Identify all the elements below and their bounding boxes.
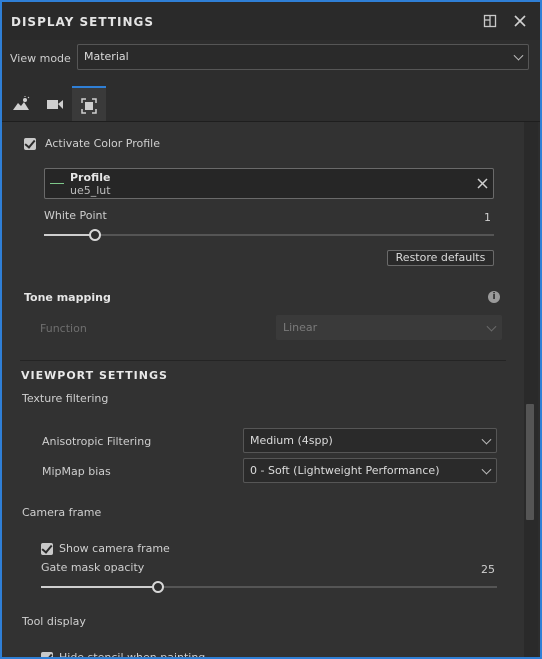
viewport-settings-title: VIEWPORT SETTINGS: [21, 369, 168, 382]
profile-value: ue5_lut: [70, 184, 111, 197]
tool-display-label: Tool display: [22, 615, 86, 628]
gate-mask-opacity-handle[interactable]: [152, 581, 164, 593]
white-point-fill: [44, 234, 95, 236]
chevron-down-icon: [486, 321, 497, 332]
white-point-value: 1: [484, 211, 491, 224]
show-camera-frame-label: Show camera frame: [59, 542, 170, 555]
activate-color-profile-label: Activate Color Profile: [45, 137, 160, 150]
gate-mask-opacity-fill: [41, 586, 158, 588]
profile-title: Profile: [70, 171, 111, 184]
anisotropic-filtering-value: Medium (4spp): [250, 434, 333, 447]
gate-mask-opacity-label: Gate mask opacity: [41, 561, 145, 574]
clear-profile-icon[interactable]: [477, 178, 488, 192]
chevron-down-icon: [513, 50, 524, 61]
hide-stencil-label: Hide stencil when painting: [59, 651, 206, 659]
texture-filtering-label: Texture filtering: [22, 392, 109, 405]
undock-icon[interactable]: [482, 14, 498, 30]
mipmap-bias-select[interactable]: 0 - Soft (Lightweight Performance): [243, 458, 497, 483]
tab-viewport[interactable]: [72, 86, 106, 121]
mipmap-bias-label: MipMap bias: [42, 465, 111, 478]
tab-camera[interactable]: [38, 86, 72, 121]
tab-bar: [2, 86, 540, 122]
tab-environment[interactable]: [4, 86, 38, 121]
show-camera-frame-checkbox[interactable]: [41, 543, 53, 555]
hide-stencil-checkbox[interactable]: [41, 652, 53, 657]
tone-mapping-title: Tone mapping: [24, 291, 111, 304]
view-mode-value: Material: [84, 50, 129, 63]
view-mode-label: View mode: [10, 52, 71, 65]
close-icon[interactable]: [512, 14, 528, 30]
display-settings-panel: DISPLAY SETTINGS View mode Material Acti…: [0, 0, 542, 659]
settings-content: Activate Color Profile Profile ue5_lut W…: [2, 122, 524, 659]
profile-color-swatch: [50, 183, 64, 184]
mipmap-bias-value: 0 - Soft (Lightweight Performance): [250, 464, 440, 477]
info-icon[interactable]: i: [488, 291, 500, 303]
scrollbar-track[interactable]: [524, 122, 538, 657]
function-select[interactable]: Linear: [276, 315, 502, 340]
white-point-handle[interactable]: [89, 229, 101, 241]
chevron-down-icon: [481, 434, 492, 445]
camera-frame-label: Camera frame: [22, 506, 102, 519]
activate-color-profile-checkbox[interactable]: [24, 138, 36, 150]
landscape-icon: [12, 94, 30, 112]
panel-title: DISPLAY SETTINGS: [11, 15, 155, 29]
viewport-frame-icon: [81, 96, 97, 114]
anisotropic-filtering-select[interactable]: Medium (4spp): [243, 428, 497, 453]
function-value: Linear: [283, 321, 318, 334]
white-point-track[interactable]: [44, 234, 494, 236]
view-mode-select[interactable]: Material: [77, 44, 529, 70]
anisotropic-filtering-label: Anisotropic Filtering: [42, 435, 152, 448]
scrollbar-thumb[interactable]: [526, 404, 534, 520]
section-divider: [20, 360, 506, 361]
chevron-down-icon: [481, 464, 492, 475]
function-label: Function: [40, 322, 87, 335]
profile-field[interactable]: Profile ue5_lut: [44, 168, 494, 199]
camera-icon: [46, 94, 64, 112]
restore-defaults-button[interactable]: Restore defaults: [387, 250, 494, 266]
panel-header: DISPLAY SETTINGS: [2, 2, 540, 40]
white-point-label: White Point: [44, 209, 107, 222]
gate-mask-opacity-value: 25: [481, 563, 495, 576]
